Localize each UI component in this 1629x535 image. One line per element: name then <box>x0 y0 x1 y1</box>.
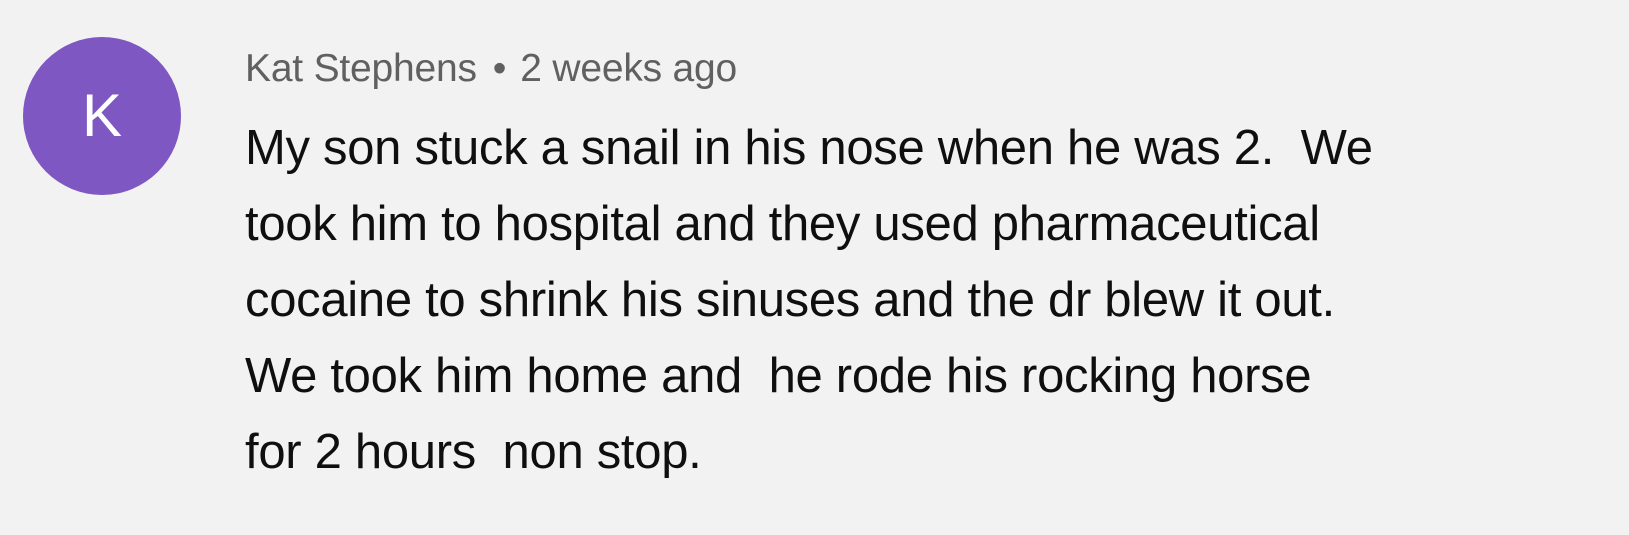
comment-text-line: We took him home and he rode his rocking… <box>245 349 1312 403</box>
comment-timestamp: 2 weeks ago <box>520 47 738 90</box>
comment-text-line: My son stuck a snail in his nose when he… <box>245 121 1373 175</box>
comment-body: Kat Stephens • 2 weeks ago My son stuck … <box>245 40 1585 490</box>
author-name[interactable]: Kat Stephens <box>245 47 477 91</box>
avatar-initial: K <box>81 82 123 149</box>
comment: K Kat Stephens • 2 weeks ago My son stuc… <box>0 0 1629 535</box>
comment-header: Kat Stephens • 2 weeks ago <box>245 40 1585 98</box>
avatar[interactable]: K <box>23 37 181 195</box>
meta-separator: • <box>492 47 507 90</box>
comment-text-line: for 2 hours non stop. <box>245 425 702 479</box>
comment-text: My son stuck a snail in his nose when he… <box>245 110 1585 490</box>
comment-text-line: cocaine to shrink his sinuses and the dr… <box>245 273 1335 327</box>
comment-text-line: took him to hospital and they used pharm… <box>245 197 1320 251</box>
